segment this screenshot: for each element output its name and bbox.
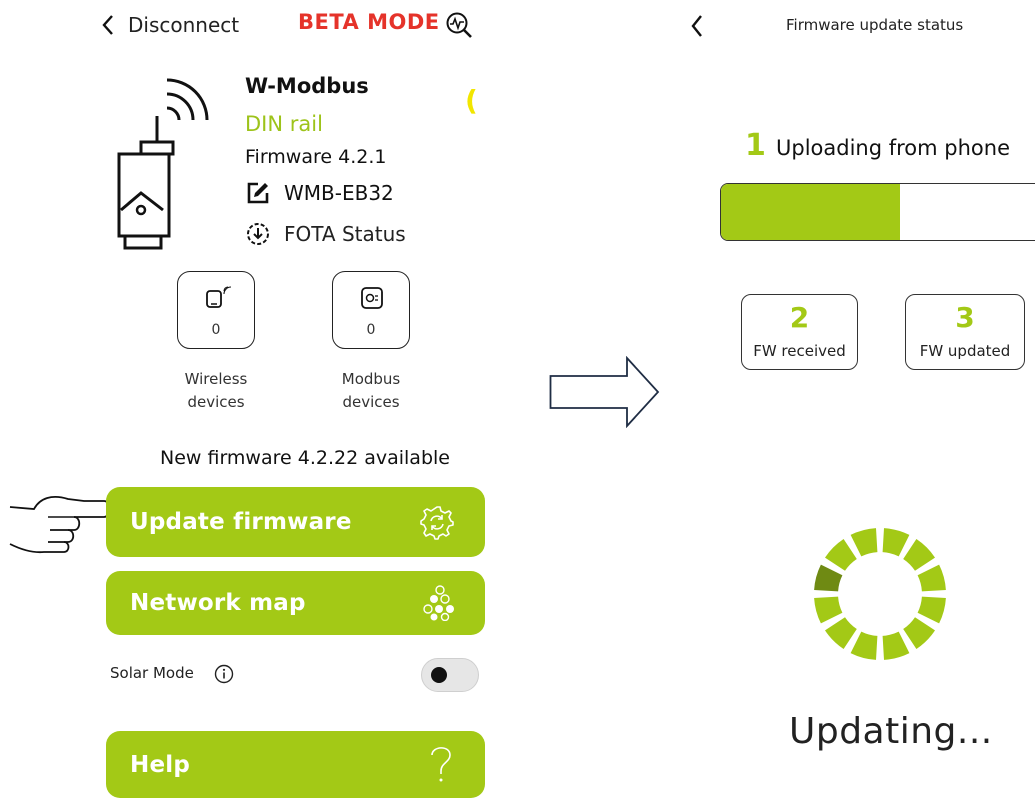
chevron-left-icon [102,15,113,35]
step-3-label: FW updated [919,342,1011,360]
loading-spinner-icon [814,528,946,660]
gear-refresh-icon [420,506,454,540]
spinner-segment [850,631,878,660]
wireless-devices-card[interactable]: 0 [177,271,255,349]
back-label: Disconnect [128,13,240,37]
network-map-button[interactable]: Network map [106,571,485,635]
step-2-number: 2 [789,301,810,334]
update-firmware-label: Update firmware [130,509,352,535]
download-circle-icon [247,223,269,245]
firmware-version: Firmware 4.2.1 [245,146,387,168]
step-1-number: 1 [745,128,766,163]
spinner-segment [917,596,946,624]
spinner-segment [814,564,843,592]
step-1-label: Uploading from phone [776,136,1010,160]
diagnostics-search-icon[interactable] [444,10,474,40]
pointing-hand-icon [9,496,111,554]
toggle-knob [431,667,447,683]
spinner-segment [917,564,946,592]
info-icon[interactable] [214,664,234,684]
screen-title: Firmware update status [786,16,964,34]
network-map-label: Network map [130,590,306,616]
spinner-segment [850,528,878,557]
upload-progress-fill [721,184,901,240]
spinner-segment [825,617,857,649]
beta-mode-badge: BETA MODE [298,10,440,34]
wireless-device-icon [206,286,232,308]
modbus-device-icon [361,287,383,309]
edit-icon[interactable] [246,181,270,205]
help-label: Help [130,751,190,778]
spinner-segment [882,631,910,660]
step-3-number: 3 [955,301,975,334]
solar-mode-toggle[interactable] [421,658,479,692]
modbus-devices-card[interactable]: 0 [332,271,410,349]
upload-progress-bar [720,183,1035,241]
question-mark-icon [431,747,451,782]
firmware-notice: New firmware 4.2.22 available [160,447,450,469]
back-chevron-icon[interactable] [688,13,706,39]
wireless-count: 0 [211,322,221,338]
solar-mode-label: Solar Mode [110,664,194,682]
device-mount: DIN rail [245,112,323,136]
back-button[interactable]: Disconnect [100,10,239,40]
spinner-segment [903,539,935,571]
device-signal-icon [117,78,209,250]
fota-status-label: FOTA Status [284,222,406,246]
edge-glyph: ( [465,84,478,117]
device-name: W-Modbus [245,74,369,98]
wireless-devices-label: Wireless devices [184,370,248,411]
step-2-label: FW received [753,342,846,360]
spinner-segment [903,617,935,649]
spinner-segment [825,539,857,571]
device-id: WMB-EB32 [284,181,394,205]
modbus-count: 0 [366,322,376,338]
step-2-card: 2 FW received [741,294,858,370]
update-firmware-button[interactable]: Update firmware [106,487,485,557]
modbus-devices-label: Modbus devices [341,370,401,411]
device-id-row[interactable]: WMB-EB32 [246,178,394,208]
transition-arrow-icon [549,356,660,428]
spinner-segment [882,528,910,557]
fota-status-row[interactable]: FOTA Status [246,219,406,249]
spinner-segment [814,596,843,624]
network-nodes-icon [423,585,454,621]
step-3-card: 3 FW updated [905,294,1025,370]
help-button[interactable]: Help [106,731,485,798]
updating-status: Updating... [789,711,993,752]
